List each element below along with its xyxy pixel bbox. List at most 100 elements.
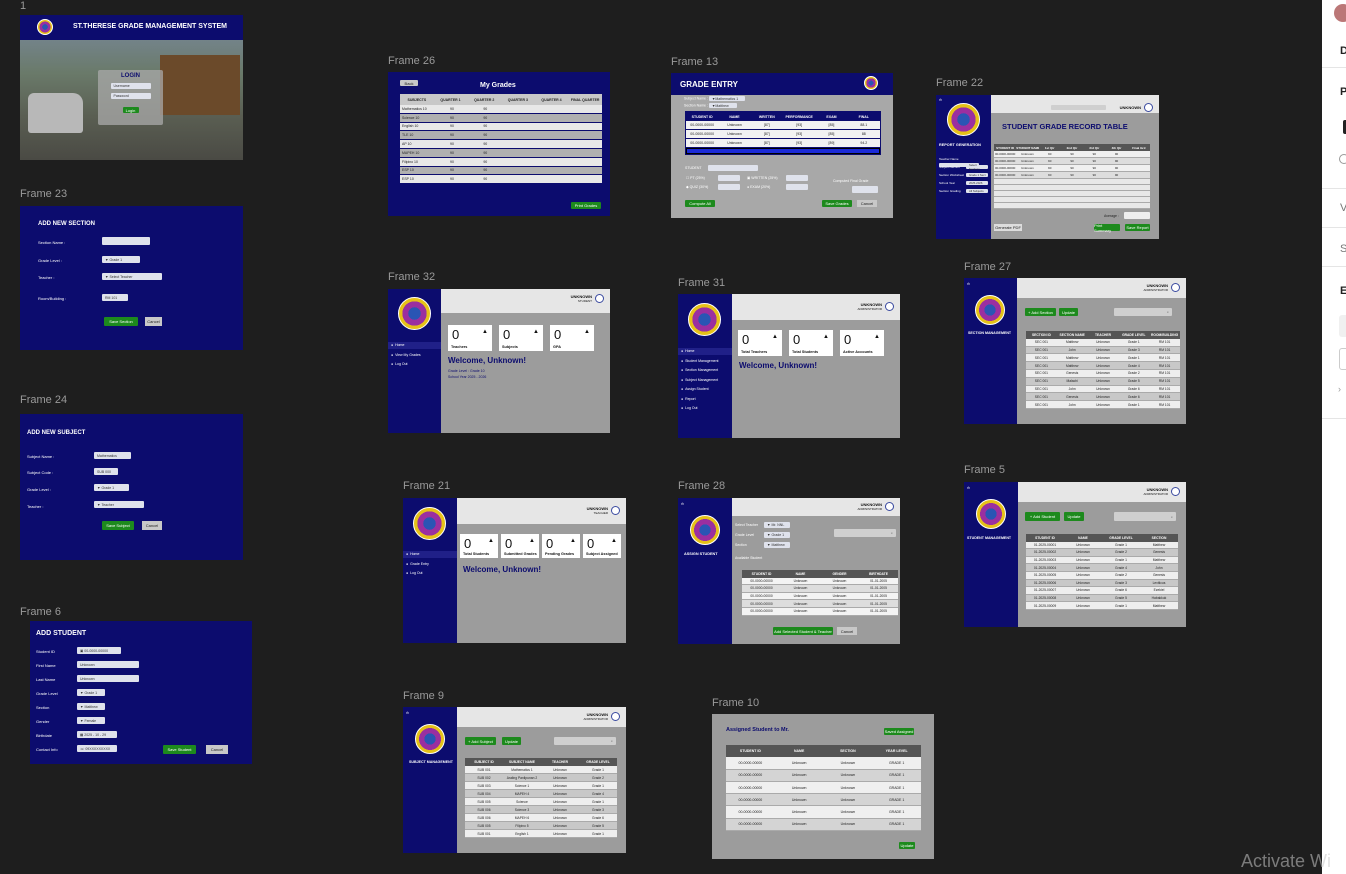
field-input[interactable]: Grade 1 Sect <box>966 173 988 177</box>
cancel-button[interactable]: Cancel <box>142 521 162 530</box>
section-name-input[interactable] <box>102 237 150 245</box>
table-row[interactable]: Mathematics 10 90 90 <box>400 105 602 114</box>
table-cell[interactable]: [87] <box>751 123 783 127</box>
table-row[interactable]: SEC 001 Genesis Unknown Grade 2 RM 101 <box>1026 369 1180 378</box>
table-cell[interactable]: [87] <box>751 141 783 145</box>
sidebar-item[interactable]: ● Log Out <box>388 361 441 371</box>
field-input[interactable]: ▼ Grade 1 <box>77 689 105 696</box>
stat-card[interactable]: 0 Total Students ▲ <box>789 330 833 356</box>
table-row[interactable]: SUB 005 Science Unknown Grade 1 <box>465 798 617 806</box>
panel-item[interactable]: V <box>1340 202 1346 214</box>
user-badge[interactable]: UNKNOWN ADMINISTRATOR <box>1143 283 1180 292</box>
table-cell[interactable]: [93] <box>783 141 815 145</box>
table-row[interactable]: 01-2025-00004 Unknown Grade 4 John <box>1026 564 1178 572</box>
user-badge[interactable]: UNKNOWN STUDENT <box>571 294 604 303</box>
table-row[interactable]: 01-2025-00001 Unknown Grade 1 Matthew <box>1026 541 1178 550</box>
sidebar-item[interactable]: ● Log Out <box>678 405 732 415</box>
table-cell[interactable]: [85] <box>815 132 847 136</box>
cancel-button[interactable]: Cancel <box>145 317 162 326</box>
save-subject-button[interactable]: Save Subject <box>102 521 134 530</box>
username-input[interactable]: Username <box>110 83 151 89</box>
table-row[interactable]: SEC 001 Matthew Unknown Grade 1 RM 101 <box>1026 354 1180 363</box>
sidebar-item[interactable]: ● Report <box>678 396 732 406</box>
stat-card[interactable]: 0 Subjects ▲ <box>499 325 543 351</box>
field-input[interactable]: All Subjects <box>966 189 988 193</box>
table-row[interactable]: 01-2025-00005 Unknown Grade 2 Genesis <box>1026 571 1178 580</box>
add-subject-button[interactable]: + Add Subject <box>465 737 496 745</box>
table-row[interactable]: 01-2025-00007 Unknown Grade 6 Ezekiel <box>1026 587 1178 595</box>
table-row[interactable]: SEC 001 Malachi Unknown Grade 5 RM 101 <box>1026 377 1180 386</box>
table-cell[interactable]: [89] <box>815 141 847 145</box>
save-section-button[interactable]: Save Section <box>104 317 138 326</box>
update-button[interactable]: Update <box>1064 512 1084 521</box>
table-row[interactable]: 00-0000-00000 Unknown Unknown 01-01-2005 <box>742 585 898 593</box>
table-row[interactable]: SUB 001 English 1 Unknown Grade 1 <box>465 830 617 838</box>
table-row[interactable]: 00-0000-00000 Unknown [87] [93] [85] 88 <box>686 130 880 139</box>
table-row[interactable]: 00-0000-00000 Unknown 90 90 90 90 <box>994 165 1150 172</box>
table-row[interactable]: ESP 10 90 90 <box>400 166 602 176</box>
sidebar-item[interactable]: ● Home <box>388 342 441 352</box>
quiz-input[interactable] <box>718 184 740 190</box>
sidebar-item[interactable]: ● Student Management <box>678 358 732 368</box>
print-summary-button[interactable]: Print Summary <box>1094 223 1120 233</box>
sidebar-item[interactable]: ● View My Grades <box>388 352 441 362</box>
search-input[interactable]: ⌕ <box>1114 308 1172 316</box>
grade-level-select[interactable]: ▼ Grade 1 <box>102 256 140 263</box>
saved-assigned-button[interactable]: Saved Assigned <box>884 728 914 735</box>
table-row[interactable]: SEC 001 Genesis Unknown Grade 6 RM 101 <box>1026 393 1180 402</box>
user-badge[interactable]: UNKNOWN ADMINISTRATOR <box>583 712 620 721</box>
table-row[interactable]: 00-0000-00000 Unknown Unknown 01-01-2005 <box>742 577 898 586</box>
field-select[interactable]: ▼ Grade 1 <box>764 532 790 538</box>
update-button[interactable]: Update <box>899 842 915 849</box>
teacher-select[interactable]: ▼ Teacher <box>94 501 144 508</box>
student-field[interactable] <box>708 165 758 171</box>
table-row[interactable]: SUB 006 Science 3 Unknown Grade 3 <box>465 806 617 814</box>
table-row[interactable]: 00-0000-00000 Unknown [87] [93] [85] 88.1 <box>686 121 880 130</box>
table-row[interactable]: 01-2025-00003 Unknown Grade 1 Matthew <box>1026 556 1178 565</box>
cancel-button[interactable]: Cancel <box>206 745 228 754</box>
table-row[interactable]: 01-2025-00006 Unknown Grade 3 Leviticus <box>1026 579 1178 588</box>
field-input[interactable]: ▼ Matthew <box>77 703 105 710</box>
table-row[interactable]: 01-2025-00009 Unknown Grade 1 Matthew <box>1026 602 1178 610</box>
table-row[interactable]: SUB 002 Araling Panlipunan 2 Unknown Grade … <box>465 774 617 782</box>
table-row[interactable]: 00-0000-00000 Unknown Unknown GRADE 1 <box>726 806 921 819</box>
panel-item[interactable]: E <box>1340 285 1346 297</box>
section-select[interactable]: ▼ Matthew <box>708 103 737 108</box>
field-select[interactable]: ▼ Mr. NNL <box>764 522 790 528</box>
back-icon[interactable]: ⊖ <box>681 502 684 506</box>
field-input[interactable]: ▼ Female <box>77 717 105 724</box>
table-row[interactable]: SEC 001 Matthew Unknown Grade 4 RM 101 <box>1026 362 1180 370</box>
table-row[interactable]: AP 10 90 90 <box>400 140 602 149</box>
save-grades-button[interactable]: Save Grades <box>822 200 852 207</box>
login-button[interactable]: Login <box>122 107 139 113</box>
table-row[interactable]: SUB 003 Science 1 Unknown Grade 1 <box>465 782 617 790</box>
table-row[interactable]: 00-0000-00000 Unknown 90 90 90 90 <box>994 172 1150 179</box>
stat-card[interactable]: 0 Active Accounts ▲ <box>840 330 884 356</box>
table-row[interactable]: MAPEH 10 90 90 <box>400 148 602 158</box>
table-row[interactable]: 00-0000-00000 Unknown Unknown 01-01-2005 <box>742 592 898 601</box>
room-input[interactable]: RM 101 <box>102 294 128 301</box>
stat-card[interactable]: 0 Total Students ▲ <box>460 534 498 558</box>
field-input[interactable]: ▦ 2025 - 10 - 29 <box>77 731 117 738</box>
table-row[interactable]: 00-0000-00000 Unknown Unknown GRADE 1 <box>726 781 921 795</box>
back-icon[interactable]: ⊖ <box>939 98 942 102</box>
sidebar-item[interactable]: ● Home <box>678 348 732 358</box>
sidebar-item[interactable]: ● Assign Student <box>678 386 732 396</box>
back-icon[interactable]: ⊖ <box>967 282 970 286</box>
table-row[interactable]: Science 10 90 90 <box>400 113 602 123</box>
update-button[interactable]: Update <box>1059 308 1078 316</box>
table-row[interactable]: 00-0000-00000 Unknown Unknown GRADE 1 <box>726 818 921 832</box>
table-row[interactable]: TLE 10 90 90 <box>400 131 602 141</box>
panel-item[interactable]: P <box>1340 86 1346 98</box>
add-section-button[interactable]: + Add Section <box>1025 308 1056 316</box>
table-row[interactable]: SUB 004 MAPEH 4 Unknown Grade 4 <box>465 790 617 798</box>
table-row[interactable]: SEC 001 Matthew Unknown Grade 1 RM 101 <box>1026 338 1180 347</box>
cancel-button[interactable]: Cancel <box>857 200 877 207</box>
field-select[interactable]: ▼ Matthew <box>764 542 790 548</box>
grade-level-select[interactable]: ▼ Grade 1 <box>94 484 129 491</box>
table-row[interactable]: 00-0000-00000 Unknown [87] [93] [89] 94.2 <box>686 139 880 148</box>
table-cell[interactable]: [85] <box>815 123 847 127</box>
password-input[interactable]: Password <box>110 93 151 99</box>
table-row[interactable]: SEC 001 John Unknown Grade 1 RM 101 <box>1026 401 1180 409</box>
back-icon[interactable]: ⊖ <box>967 486 970 490</box>
